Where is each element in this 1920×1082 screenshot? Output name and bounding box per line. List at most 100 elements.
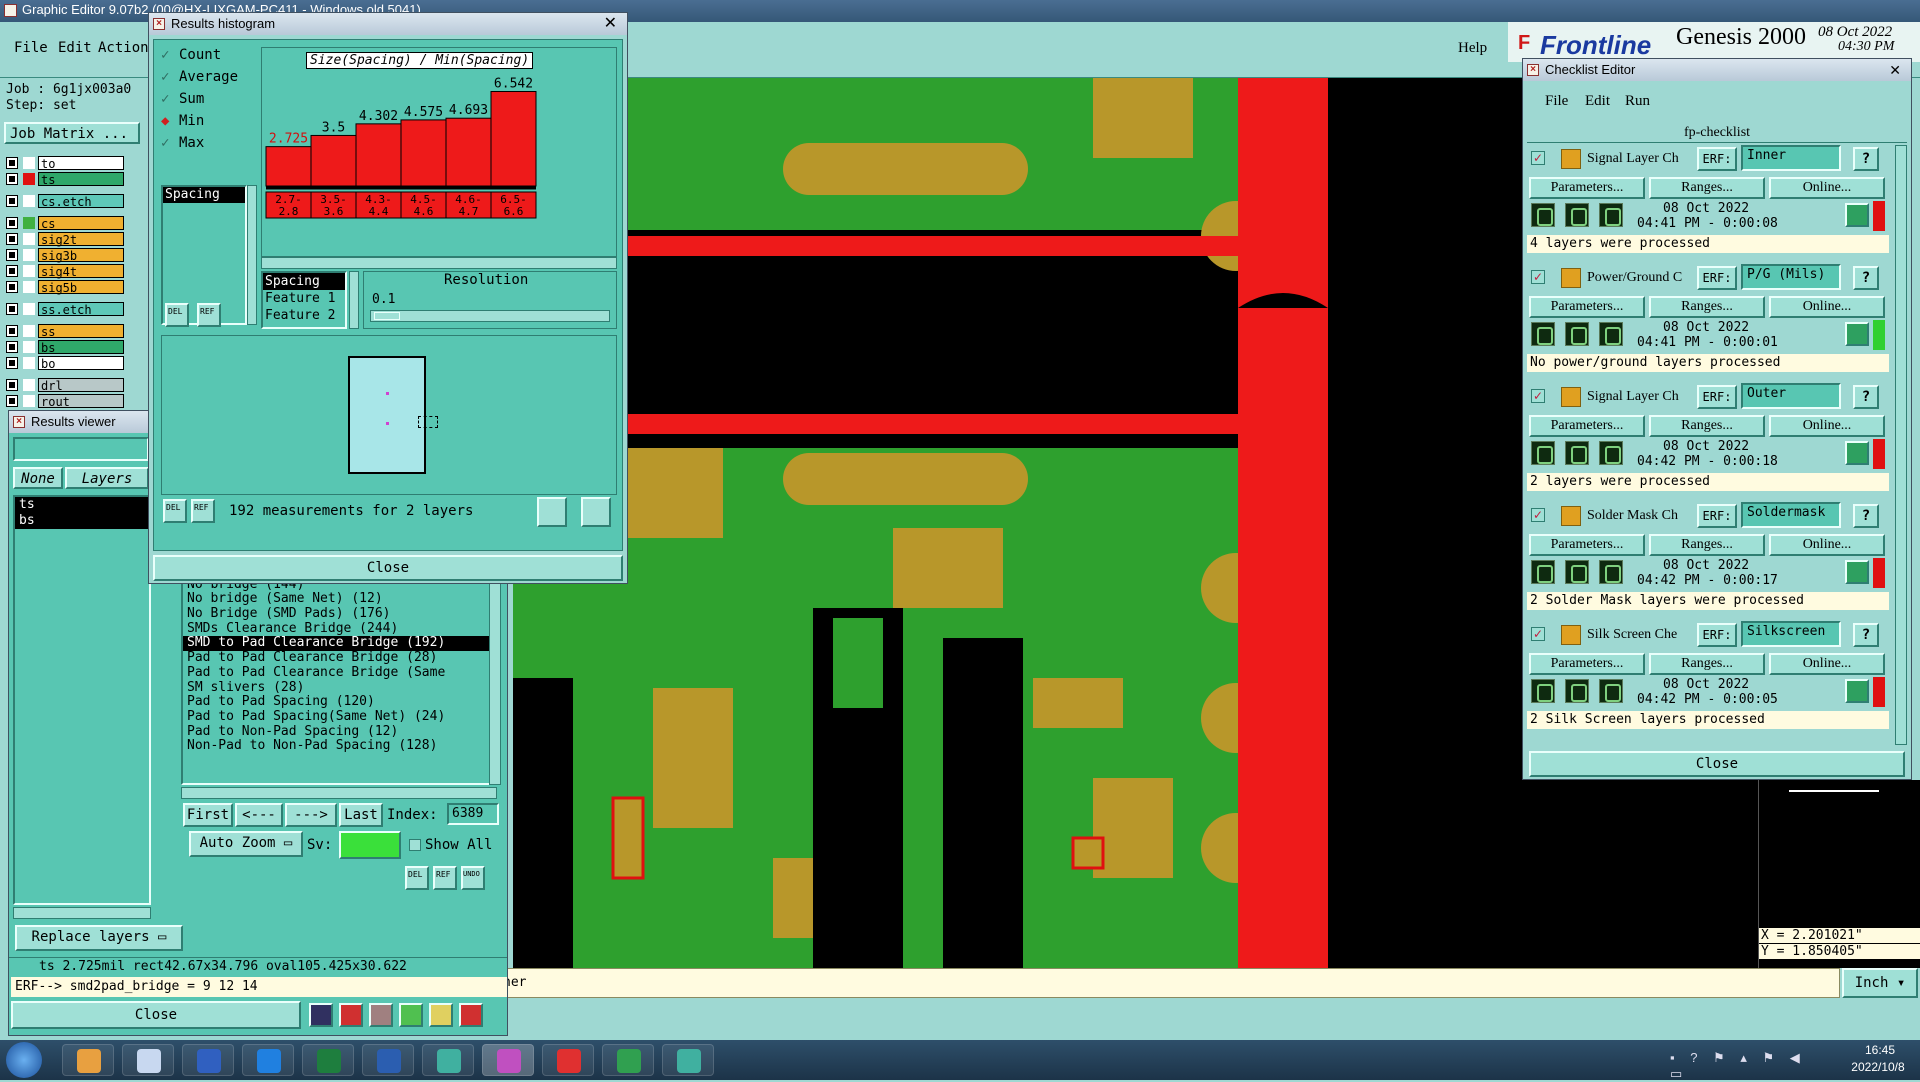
tool-icon-5[interactable]: [429, 1003, 453, 1027]
checklist-vscroll[interactable]: [1895, 145, 1907, 745]
start-button[interactable]: [6, 1042, 42, 1078]
pan-icon-button[interactable]: [581, 497, 611, 527]
cl-menu-file[interactable]: File: [1545, 93, 1568, 110]
run-icon[interactable]: [1599, 441, 1623, 465]
histogram-bar[interactable]: [265, 146, 312, 187]
layer-row-sig5b[interactable]: sig5b: [6, 280, 124, 295]
layer-row-rout[interactable]: rout: [6, 394, 124, 409]
layer-checkbox[interactable]: [6, 195, 18, 207]
results-list-item[interactable]: Pad to Non-Pad Spacing (12): [183, 724, 495, 740]
taskbar-app-shell[interactable]: [62, 1044, 114, 1076]
sv-color-dropdown[interactable]: [339, 831, 401, 859]
tool-icon-3[interactable]: [369, 1003, 393, 1027]
erf-button[interactable]: ERF:: [1697, 147, 1737, 171]
metric-option-max[interactable]: ✓ Max: [161, 135, 204, 151]
taskbar-app-green[interactable]: [602, 1044, 654, 1076]
histogram-bar[interactable]: [445, 117, 492, 187]
run-icon[interactable]: [1599, 322, 1623, 346]
results-vscroll[interactable]: [489, 559, 501, 785]
run-icon[interactable]: [1531, 322, 1555, 346]
item-checkbox[interactable]: ✓: [1531, 627, 1545, 641]
online-button[interactable]: Online...: [1769, 653, 1885, 675]
ranges-button[interactable]: Ranges...: [1649, 653, 1765, 675]
results-list-item[interactable]: Non-Pad to Non-Pad Spacing (128): [183, 739, 495, 754]
layer-row-ts[interactable]: ts: [6, 172, 124, 187]
run-icon[interactable]: [1599, 560, 1623, 584]
erf-field[interactable]: Inner: [1741, 145, 1841, 171]
histogram-bar[interactable]: [490, 91, 537, 187]
results-list-item[interactable]: No Bridge (SMD Pads) (176): [183, 606, 495, 622]
attribute-spacing[interactable]: Spacing: [163, 187, 245, 203]
taskbar-app-eye[interactable]: [422, 1044, 474, 1076]
run-icon[interactable]: [1565, 203, 1589, 227]
run-icon[interactable]: [1565, 441, 1589, 465]
layer-color-swatch[interactable]: [23, 265, 35, 277]
prev-button[interactable]: <---: [235, 803, 283, 827]
taskbar-app-notepad[interactable]: [122, 1044, 174, 1076]
layer-row-ss[interactable]: ss: [6, 324, 124, 339]
metric-option-count[interactable]: ✓ Count: [161, 47, 221, 63]
results-list-item[interactable]: SMDs Clearance Bridge (244): [183, 621, 495, 637]
histogram-bar[interactable]: [310, 134, 357, 187]
show-all-checkbox[interactable]: [409, 839, 421, 851]
zoom-icon[interactable]: [1845, 679, 1869, 703]
ranges-button[interactable]: Ranges...: [1649, 296, 1765, 318]
taskbar-app-excel[interactable]: [302, 1044, 354, 1076]
erf-field[interactable]: Outer: [1741, 383, 1841, 409]
cl-menu-run[interactable]: Run: [1625, 93, 1650, 110]
menu-edit[interactable]: Edit: [58, 40, 92, 56]
last-button[interactable]: Last: [339, 803, 383, 827]
help-button[interactable]: ?: [1853, 266, 1879, 290]
run-icon[interactable]: [1599, 679, 1623, 703]
erf-button[interactable]: ERF:: [1697, 385, 1737, 409]
layer-checkbox[interactable]: [6, 157, 18, 169]
layer-checkbox[interactable]: [6, 281, 18, 293]
fields-vscroll[interactable]: [349, 271, 359, 329]
parameters-button[interactable]: Parameters...: [1529, 415, 1645, 437]
menu-file[interactable]: File: [14, 40, 48, 56]
attribute-vscroll[interactable]: [247, 185, 257, 325]
online-button[interactable]: Online...: [1769, 296, 1885, 318]
run-icon[interactable]: [1531, 679, 1555, 703]
layer-row-to[interactable]: to: [6, 156, 124, 171]
layer-row-bo[interactable]: bo: [6, 356, 124, 371]
preview-ref-button[interactable]: REF: [191, 499, 215, 523]
close-icon[interactable]: ✕: [1889, 59, 1901, 81]
layer-color-swatch[interactable]: [23, 357, 35, 369]
layer-checkbox[interactable]: [6, 341, 18, 353]
layer-checkbox[interactable]: [6, 325, 18, 337]
zoom-icon[interactable]: [1845, 203, 1869, 227]
histogram-bar[interactable]: [400, 119, 447, 187]
layer-row-cs-etch[interactable]: cs.etch: [6, 194, 124, 209]
erf-button[interactable]: ERF:: [1697, 266, 1737, 290]
resolution-slider-thumb[interactable]: [374, 312, 400, 320]
rv-close-button[interactable]: Close: [11, 1001, 301, 1029]
metric-option-average[interactable]: ✓ Average: [161, 69, 238, 85]
layer-row-cs[interactable]: cs: [6, 216, 124, 231]
histogram-bar[interactable]: [355, 123, 402, 187]
close-icon[interactable]: ✕: [604, 13, 617, 35]
results-list-item[interactable]: No bridge (Same Net) (12): [183, 592, 495, 607]
taskbar-app-word[interactable]: [362, 1044, 414, 1076]
field-spacing[interactable]: Spacing: [263, 273, 345, 290]
layer-color-swatch[interactable]: [23, 217, 35, 229]
layer-row-sig2t[interactable]: sig2t: [6, 232, 124, 247]
layer-color-swatch[interactable]: [23, 341, 35, 353]
layer-checkbox[interactable]: [6, 379, 18, 391]
ranges-button[interactable]: Ranges...: [1649, 534, 1765, 556]
online-button[interactable]: Online...: [1769, 415, 1885, 437]
results-list-item[interactable]: SM slivers (28): [183, 680, 495, 696]
cl-menu-edit[interactable]: Edit: [1585, 93, 1610, 110]
zoom-icon-button[interactable]: [537, 497, 567, 527]
layer-row-sig4t[interactable]: sig4t: [6, 264, 124, 279]
item-checkbox[interactable]: ✓: [1531, 151, 1545, 165]
help-button[interactable]: ?: [1853, 147, 1879, 171]
erf-field[interactable]: P/G (Mils): [1741, 264, 1841, 290]
histogram-close-button[interactable]: Close: [153, 555, 623, 581]
help-button[interactable]: ?: [1853, 504, 1879, 528]
tool-icon-4[interactable]: [399, 1003, 423, 1027]
layer-color-swatch[interactable]: [23, 233, 35, 245]
taskbar-app-save[interactable]: [182, 1044, 234, 1076]
layer-color-swatch[interactable]: [23, 395, 35, 407]
layer-checkbox[interactable]: [6, 395, 18, 407]
